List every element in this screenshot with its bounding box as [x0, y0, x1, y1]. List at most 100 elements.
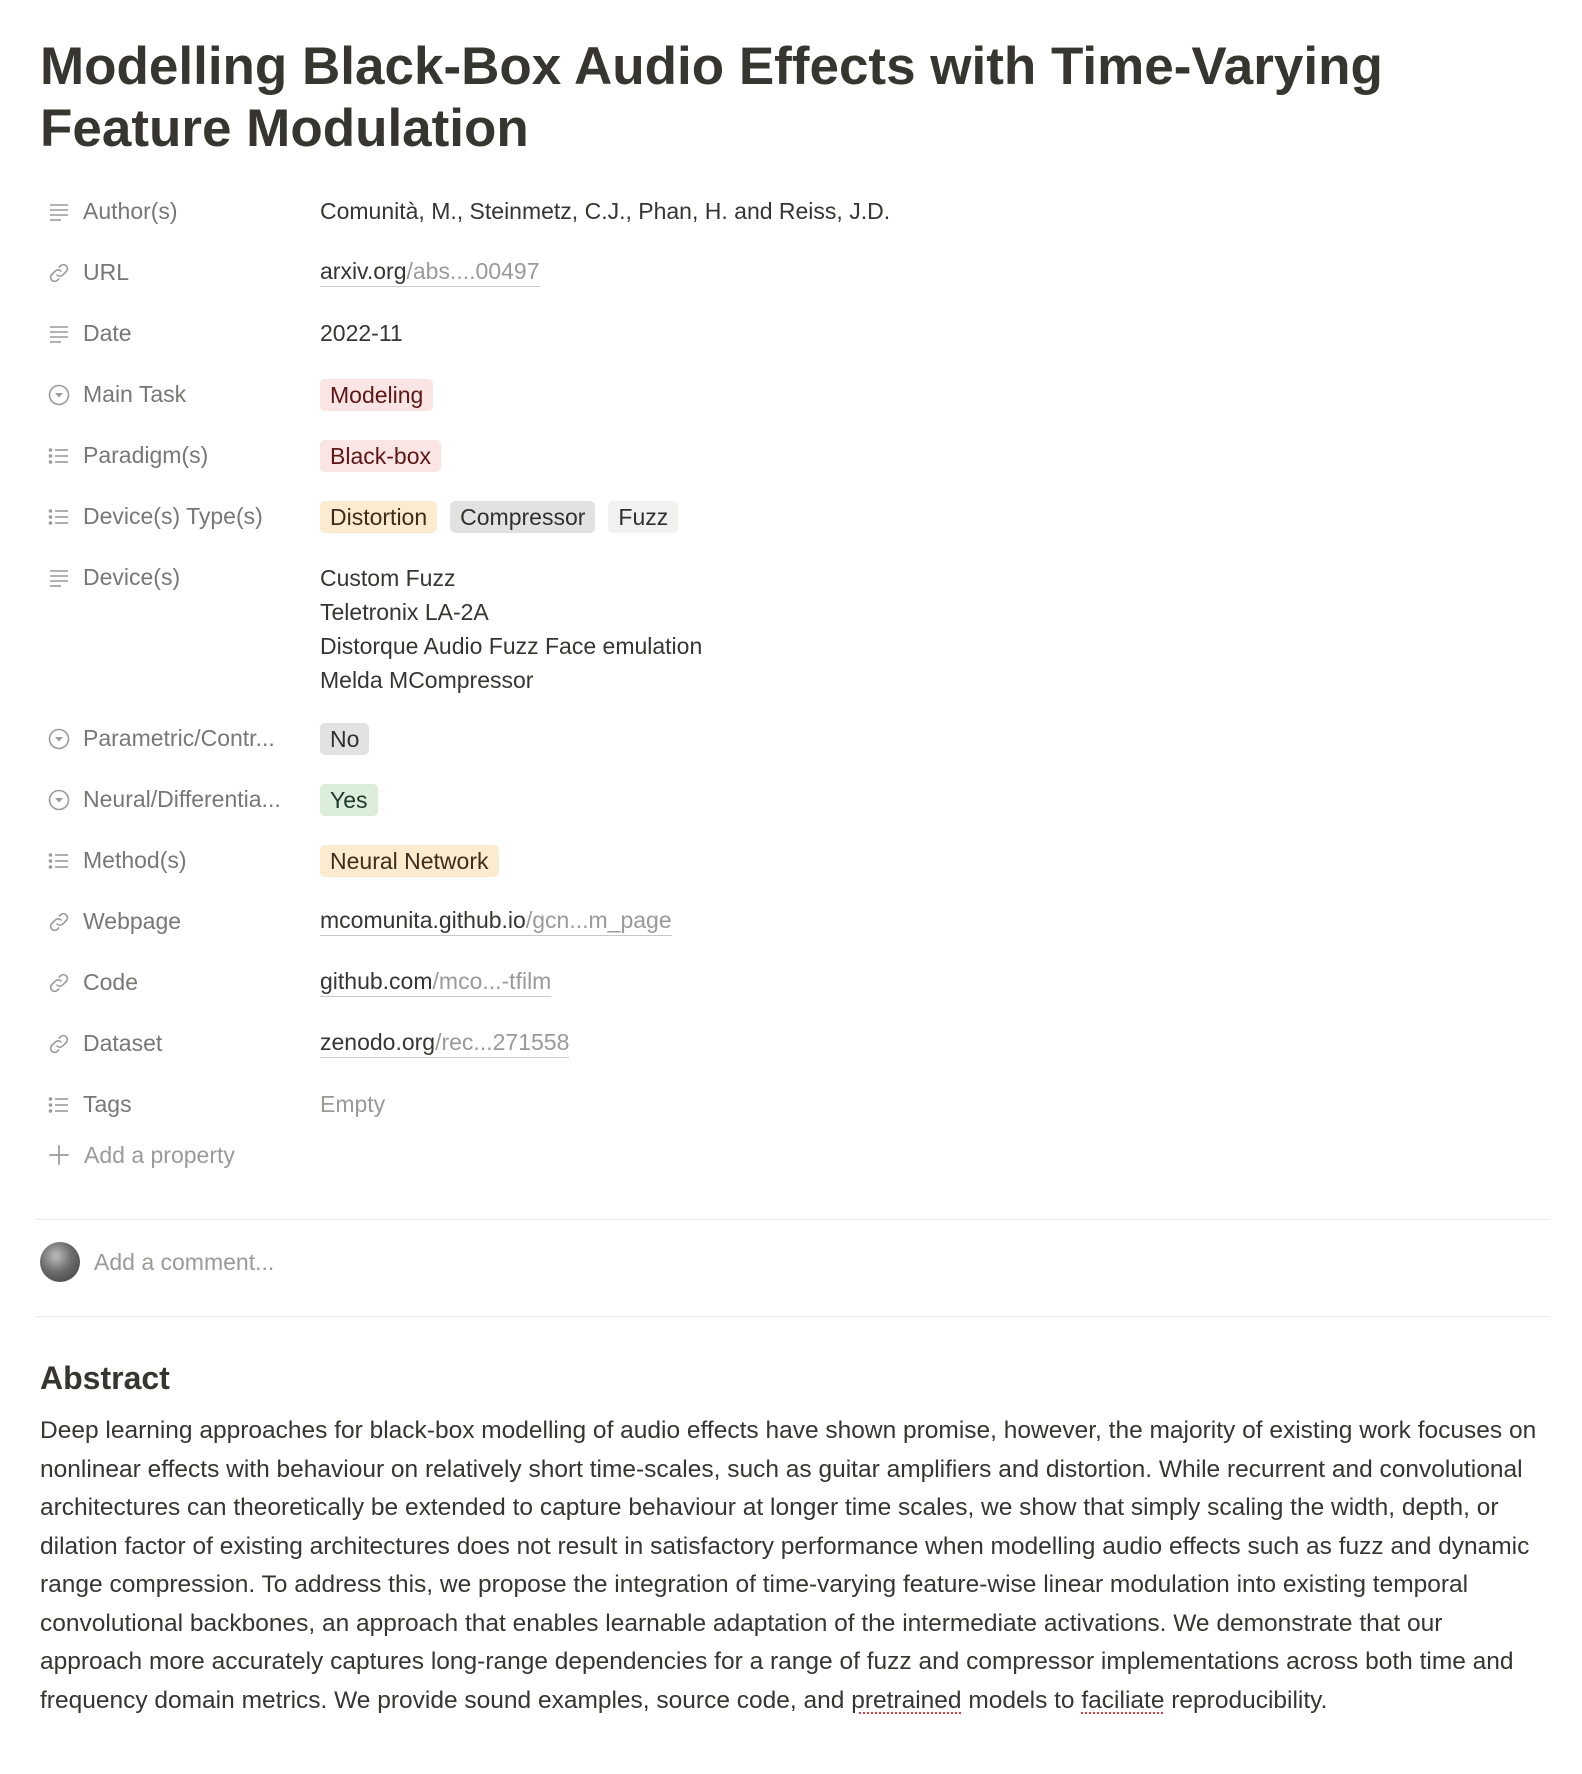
property-label-device-types[interactable]: Device(s) Type(s)	[40, 486, 320, 547]
empty-placeholder: Empty	[320, 1091, 386, 1117]
tag-fuzz[interactable]: Fuzz	[608, 500, 679, 533]
device-line: Melda MCompressor	[320, 667, 534, 693]
text-lines-icon	[46, 565, 72, 591]
property-label-code[interactable]: Code	[40, 952, 320, 1013]
property-label-dataset[interactable]: Dataset	[40, 1013, 320, 1074]
tag-neural-network[interactable]: Neural Network	[320, 844, 499, 877]
date-text: 2022-11	[320, 320, 403, 346]
add-property-button[interactable]: Add a property	[40, 1129, 1550, 1181]
property-value-methods[interactable]: Neural Network	[320, 830, 1550, 891]
tag-modeling[interactable]: Modeling	[320, 378, 434, 411]
link-path: /rec...271558	[435, 1029, 570, 1055]
divider	[36, 1316, 1550, 1317]
abstract-paragraph[interactable]: Deep learning approaches for black-box m…	[40, 1412, 1550, 1720]
notion-page: Modelling Black-Box Audio Effects with T…	[0, 0, 1582, 1774]
device-line: Custom Fuzz	[320, 565, 456, 591]
property-value-authors[interactable]: Comunità, M., Steinmetz, C.J., Phan, H. …	[320, 181, 1550, 242]
link-icon	[46, 1031, 72, 1057]
property-tags: Tags Empty	[40, 1074, 1550, 1135]
page-title[interactable]: Modelling Black-Box Audio Effects with T…	[40, 36, 1550, 160]
property-value-main-task[interactable]: Modeling	[320, 364, 1550, 425]
property-value-parametric[interactable]: No	[320, 708, 1550, 769]
comment-input[interactable]: Add a comment...	[94, 1249, 274, 1276]
abstract-text: Deep learning approaches for black-box m…	[40, 1417, 1537, 1714]
property-neural: Neural/Differentia... Yes	[40, 769, 1550, 830]
property-value-paradigms[interactable]: Black-box	[320, 425, 1550, 486]
property-value-devices[interactable]: Custom Fuzz Teletronix LA-2A Distorque A…	[320, 547, 1550, 697]
property-value-date[interactable]: 2022-11	[320, 303, 1550, 364]
tag-no[interactable]: No	[320, 722, 370, 755]
property-value-dataset: zenodo.org/rec...271558	[320, 1013, 1550, 1074]
property-label-text: Main Task	[83, 381, 187, 407]
property-label-url[interactable]: URL	[40, 242, 320, 303]
property-methods: Method(s) Neural Network	[40, 830, 1550, 891]
link-icon	[46, 970, 72, 996]
property-label-text: Device(s)	[83, 564, 181, 590]
property-label-text: Device(s) Type(s)	[83, 503, 263, 529]
link-icon	[46, 909, 72, 935]
select-icon	[46, 382, 72, 408]
property-main-task: Main Task Modeling	[40, 364, 1550, 425]
link-icon	[46, 260, 72, 286]
tag-black-box[interactable]: Black-box	[320, 439, 441, 472]
property-label-text: Code	[83, 969, 138, 995]
property-label-text: Tags	[83, 1091, 132, 1117]
divider	[36, 1219, 1550, 1220]
abstract-heading: Abstract	[40, 1360, 170, 1396]
property-label-authors[interactable]: Author(s)	[40, 181, 320, 242]
select-icon	[46, 787, 72, 813]
property-label-tags[interactable]: Tags	[40, 1074, 320, 1135]
property-label-webpage[interactable]: Webpage	[40, 891, 320, 952]
link-domain: zenodo.org	[320, 1029, 436, 1055]
property-authors: Author(s) Comunità, M., Steinmetz, C.J.,…	[40, 181, 1550, 242]
link-path: /gcn...m_page	[525, 907, 672, 933]
abstract-text: reproducibility.	[1164, 1686, 1328, 1714]
tag-yes[interactable]: Yes	[320, 783, 378, 816]
property-url: URL arxiv.org/abs....00497	[40, 242, 1550, 303]
property-label-methods[interactable]: Method(s)	[40, 830, 320, 891]
device-line: Distorque Audio Fuzz Face emulation	[320, 633, 703, 659]
select-icon	[46, 726, 72, 752]
property-value-device-types[interactable]: Distortion Compressor Fuzz	[320, 486, 1550, 547]
property-label-date[interactable]: Date	[40, 303, 320, 364]
code-link[interactable]: github.com/mco...-tfilm	[320, 968, 552, 997]
plus-icon	[46, 1142, 72, 1168]
property-code: Code github.com/mco...-tfilm	[40, 952, 1550, 1013]
spellcheck-word: pretrained	[851, 1686, 962, 1714]
url-link[interactable]: arxiv.org/abs....00497	[320, 258, 540, 287]
text-lines-icon	[46, 321, 72, 347]
property-label-text: Neural/Differentia...	[83, 786, 281, 812]
tag-distortion[interactable]: Distortion	[320, 500, 438, 533]
text-lines-icon	[46, 199, 72, 225]
webpage-link[interactable]: mcomunita.github.io/gcn...m_page	[320, 907, 672, 936]
property-label-text: Date	[83, 320, 132, 346]
authors-text: Comunità, M., Steinmetz, C.J., Phan, H. …	[320, 198, 891, 224]
add-property-label: Add a property	[84, 1141, 235, 1168]
property-value-neural[interactable]: Yes	[320, 769, 1550, 830]
abstract-text: models to	[961, 1686, 1082, 1714]
property-value-tags[interactable]: Empty	[320, 1074, 1550, 1135]
property-label-main-task[interactable]: Main Task	[40, 364, 320, 425]
dataset-link[interactable]: zenodo.org/rec...271558	[320, 1029, 570, 1058]
property-label-text: Author(s)	[83, 198, 178, 224]
property-label-text: Dataset	[83, 1030, 163, 1056]
link-path: /abs....00497	[406, 258, 540, 284]
property-label-neural[interactable]: Neural/Differentia...	[40, 769, 320, 830]
list-icon	[46, 504, 72, 530]
comment-bar: Add a comment...	[40, 1242, 274, 1282]
property-label-devices[interactable]: Device(s)	[40, 547, 320, 608]
property-dataset: Dataset zenodo.org/rec...271558	[40, 1013, 1550, 1074]
property-label-parametric[interactable]: Parametric/Contr...	[40, 708, 320, 769]
property-value-code: github.com/mco...-tfilm	[320, 952, 1550, 1013]
tag-compressor[interactable]: Compressor	[450, 500, 596, 533]
link-domain: mcomunita.github.io	[320, 907, 526, 933]
property-parametric: Parametric/Contr... No	[40, 708, 1550, 769]
property-date: Date 2022-11	[40, 303, 1550, 364]
property-label-text: Parametric/Contr...	[83, 725, 275, 751]
property-label-paradigms[interactable]: Paradigm(s)	[40, 425, 320, 486]
property-value-webpage: mcomunita.github.io/gcn...m_page	[320, 891, 1550, 952]
property-label-text: Paradigm(s)	[83, 442, 209, 468]
properties-panel: Author(s) Comunità, M., Steinmetz, C.J.,…	[40, 181, 1550, 1181]
link-domain: arxiv.org	[320, 258, 407, 284]
property-webpage: Webpage mcomunita.github.io/gcn...m_page	[40, 891, 1550, 952]
